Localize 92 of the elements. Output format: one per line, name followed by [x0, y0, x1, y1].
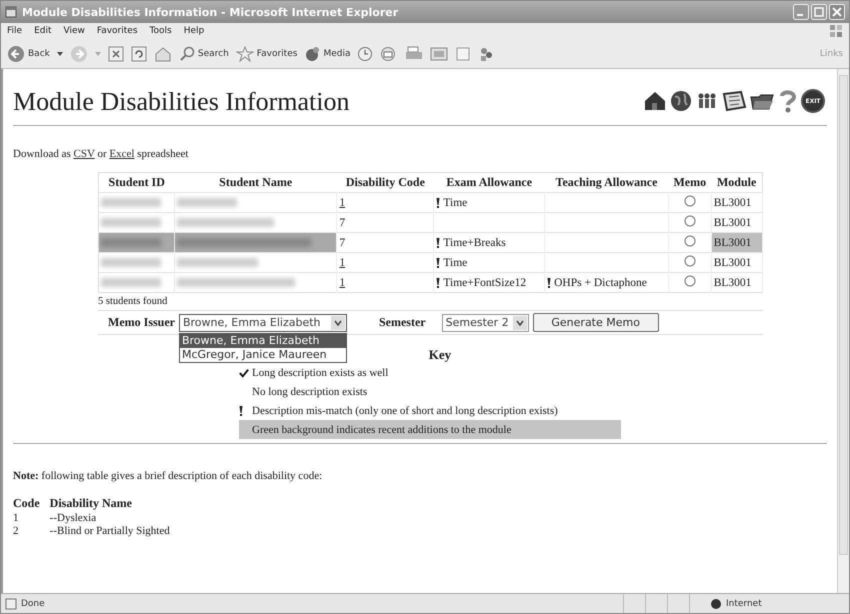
table-cell: BL3001	[714, 276, 752, 288]
home-button[interactable]	[154, 46, 172, 62]
table-cell-text: --Dyslexia	[50, 511, 98, 524]
note-text: Note: following table gives a brief description of each disability code:	[13, 470, 324, 482]
radio-button[interactable]	[684, 215, 696, 227]
table-cell: 7	[339, 216, 346, 228]
dropdown-option[interactable]: Browne, Emma Elizabeth	[180, 334, 346, 348]
menu-item[interactable]: Tools	[150, 26, 172, 36]
key-text: Long description exists as well	[252, 366, 388, 378]
code-link[interactable]: 1	[339, 256, 346, 268]
back-button[interactable]: Back	[7, 44, 50, 62]
code-link[interactable]: 1	[339, 276, 346, 288]
maximize-button[interactable]	[811, 4, 827, 20]
page-heading: Module Disabilities Information	[13, 87, 350, 117]
radio-button[interactable]	[684, 275, 696, 287]
search-icon	[178, 46, 195, 62]
column-header: Teaching Allowance	[544, 172, 668, 192]
csv-link[interactable]: CSV	[74, 148, 95, 160]
question-mark-icon[interactable]	[777, 89, 799, 113]
field-label: Memo Issuer	[108, 315, 175, 330]
print-button[interactable]	[405, 46, 424, 62]
column-header: Exam Allowance	[434, 172, 545, 192]
field-label: Semester	[378, 315, 426, 330]
globe-icon[interactable]	[669, 89, 693, 113]
media-icon	[304, 46, 320, 62]
download-text: Download as CSV or Excel spreadsheet	[13, 148, 190, 160]
menu-item[interactable]: Edit	[34, 26, 52, 36]
table-cell: BL3001	[714, 256, 752, 268]
check-icon	[239, 368, 249, 378]
window-title: Module Disabilities Information - Microsoft Internet Explorer	[22, 6, 400, 18]
status-text: Done	[21, 598, 45, 608]
column-header: Disability Name	[50, 496, 134, 511]
scroll-thumb[interactable]	[839, 75, 848, 555]
dropdown-arrow-icon[interactable]	[56, 52, 63, 56]
status-text: Internet	[726, 598, 762, 608]
menu-item[interactable]: View	[64, 26, 85, 36]
key-heading: Key	[428, 347, 452, 363]
radio-button[interactable]	[684, 195, 696, 207]
menu-item[interactable]: Favorites	[96, 26, 138, 36]
table-cell-text: 1	[13, 511, 20, 524]
column-header: Student Name	[174, 172, 337, 192]
page-icon	[5, 598, 17, 610]
table-cell-text: --Blind or Partially Sighted	[50, 524, 171, 537]
refresh-button[interactable]	[130, 46, 147, 62]
discuss-button[interactable]	[455, 46, 472, 62]
close-button[interactable]	[829, 4, 845, 20]
result-count: 5 students found	[98, 295, 168, 309]
menu-item[interactable]: Help	[184, 26, 204, 36]
scroll-icon[interactable]	[721, 89, 747, 113]
memo-issuer-dropdown[interactable]: Browne, Emma Elizabeth	[178, 314, 347, 332]
table-cell: BL3001	[714, 196, 752, 208]
app-icon	[5, 6, 17, 18]
dropdown-option[interactable]: McGregor, Janice Maureen	[180, 348, 346, 362]
star-icon	[236, 46, 254, 62]
redacted-text	[176, 198, 237, 208]
table-cell: Time	[443, 196, 468, 208]
table-cell: Time+Breaks	[443, 236, 506, 248]
house-icon[interactable]	[643, 89, 667, 113]
favorites-button[interactable]: Favorites	[236, 46, 298, 62]
scrollbar[interactable]	[837, 69, 849, 593]
key-text: No long description exists	[252, 386, 368, 398]
column-header: Student ID	[98, 172, 174, 192]
exclamation-icon	[239, 406, 243, 416]
messenger-button[interactable]	[478, 46, 494, 62]
table-cell: Time+FontSize12	[443, 276, 526, 288]
column-header: Memo	[668, 172, 712, 192]
column-header: Code	[13, 496, 50, 511]
key-text: Description mis-match (only one of short and long description exists)	[252, 404, 558, 416]
code-link[interactable]: 1	[339, 196, 346, 208]
excel-link[interactable]: Excel	[109, 148, 134, 160]
search-button[interactable]: Search	[178, 46, 229, 62]
table-cell-text: 2	[13, 524, 20, 537]
stop-button[interactable]	[108, 46, 124, 62]
key-text: Green background indicates recent additions to the module	[252, 424, 512, 436]
windows-logo-icon	[829, 24, 843, 38]
table-cell: OHPs + Dictaphone	[554, 276, 647, 288]
globe-icon	[710, 598, 722, 610]
radio-button[interactable]	[684, 255, 696, 267]
column-header: Module	[711, 172, 762, 192]
table-cell: 7	[339, 236, 346, 248]
generate-memo-button[interactable]: Generate Memo	[532, 313, 659, 332]
table-cell: BL3001	[714, 216, 752, 228]
edit-button[interactable]	[430, 46, 448, 62]
history-button[interactable]	[357, 46, 374, 62]
table-cell: Time	[443, 256, 468, 268]
media-button[interactable]: Media	[304, 46, 350, 62]
minimize-button[interactable]	[793, 4, 809, 20]
column-header: Disability Code	[336, 172, 434, 192]
menu-item[interactable]: File	[7, 26, 22, 36]
table-cell: BL3001	[714, 236, 752, 248]
radio-button[interactable]	[684, 235, 696, 247]
semester-dropdown[interactable]: Semester 2	[442, 314, 529, 332]
